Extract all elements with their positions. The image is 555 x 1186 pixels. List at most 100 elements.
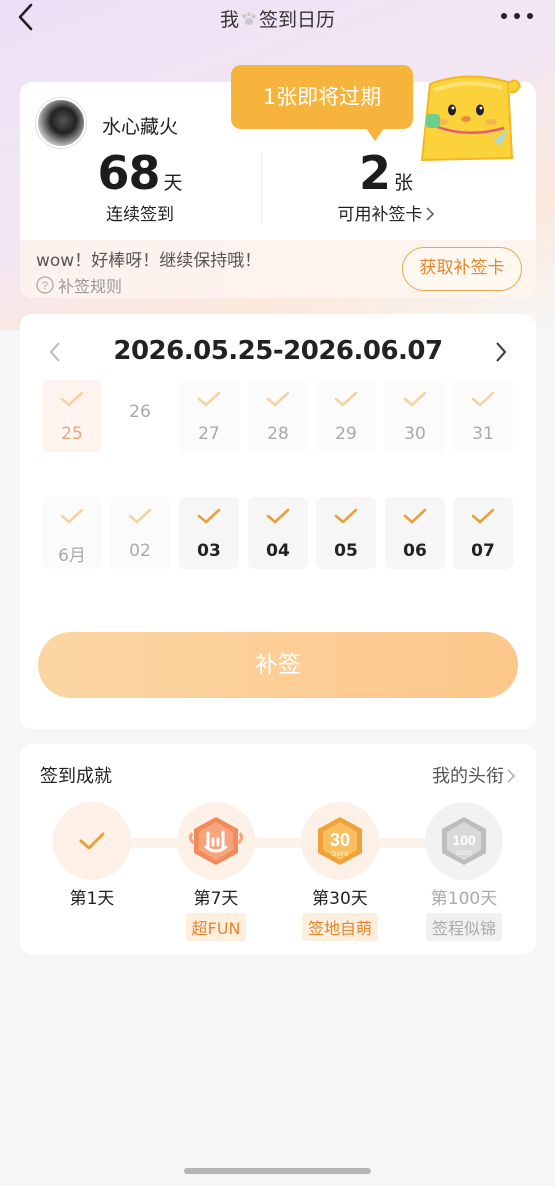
calendar-day-label: 02 <box>129 541 151 561</box>
calendar-day[interactable]: 03 <box>179 497 239 569</box>
achievements-card: 签到成就 我的头衔 第1天 第7天 超FUN 30 DAYS 第30天 签地自萌… <box>20 744 536 954</box>
check-icon <box>79 832 105 850</box>
achievement-1-day: 第1天 <box>69 889 115 909</box>
chevron-right-icon <box>425 207 434 221</box>
achievement-30-circle: 30 DAYS <box>301 802 379 880</box>
encourage-strip: wow！好棒呀！继续保持哦！ ? 补签规则 获取补签卡 <box>20 240 536 298</box>
encourage-text: wow！好棒呀！继续保持哦！ <box>36 251 262 271</box>
chevron-right-icon <box>507 769 516 783</box>
my-titles-label: 我的头衔 <box>432 766 504 787</box>
check-icon <box>471 391 495 407</box>
achievement-100-day: 第100天 <box>430 889 498 909</box>
calendar-day-label: 25 <box>61 424 83 444</box>
achievement-day-30[interactable]: 30 DAYS 第30天 签地自萌 <box>285 802 395 941</box>
calendar-day[interactable]: 25 <box>42 380 102 452</box>
check-icon <box>471 508 495 524</box>
calendar-day-label: 27 <box>198 424 220 444</box>
mascot-character-icon <box>420 75 522 162</box>
streak-stat: 68 天 连续签到 <box>20 146 260 225</box>
check-icon <box>197 391 221 407</box>
svg-text:?: ? <box>42 280 48 292</box>
calendar-day[interactable]: 31 <box>453 380 513 452</box>
page-title: 我 签到日历 <box>0 5 555 32</box>
calendar-day[interactable]: 30 <box>385 380 445 452</box>
username: 水心藏火 <box>102 116 179 138</box>
check-icon <box>334 508 358 524</box>
calendar-next-icon[interactable] <box>492 340 510 364</box>
svg-text:30: 30 <box>330 830 350 850</box>
achievement-100-title-badge: 签程似锦 <box>425 913 502 941</box>
calendar-day[interactable]: 6月 <box>42 497 102 569</box>
avatar[interactable] <box>36 98 86 148</box>
achievement-day-100[interactable]: 100 DAYS 第100天 签程似锦 <box>409 802 519 941</box>
rules-label: 补签规则 <box>58 277 123 296</box>
stat-divider <box>261 152 262 224</box>
calendar-day[interactable]: 26 <box>110 380 170 452</box>
streak-days-value: 68 <box>97 146 160 200</box>
calendar-date-range: 2026.05.25-2026.06.07 <box>113 336 443 366</box>
calendar-day-label: 04 <box>266 541 290 561</box>
makeup-cards-count: 2 <box>358 146 391 200</box>
check-icon <box>266 508 290 524</box>
get-makeup-card-button[interactable]: 获取补签卡 <box>402 247 522 291</box>
calendar-day[interactable]: 04 <box>248 497 308 569</box>
30-days-badge-icon: 30 DAYS <box>318 817 362 865</box>
calendar-day[interactable]: 05 <box>316 497 376 569</box>
calendar-day[interactable]: 28 <box>248 380 308 452</box>
calendar-day[interactable]: 27 <box>179 380 239 452</box>
check-icon <box>128 508 152 524</box>
home-indicator <box>184 1168 371 1174</box>
calendar-day-label: 6月 <box>58 546 86 566</box>
makeup-checkin-button[interactable]: 补签 <box>38 632 518 698</box>
expiry-tooltip: 1张即将过期 <box>231 65 413 129</box>
streak-label: 连续签到 <box>106 205 174 225</box>
question-circle-icon: ? <box>36 276 54 294</box>
checkin-calendar-card: 2026.05.25-2026.06.07 25 26 27 28 29 30 31 6月 02… <box>20 314 536 729</box>
svg-text:DAYS: DAYS <box>332 852 348 858</box>
rules-link[interactable]: ? 补签规则 <box>36 273 122 297</box>
check-icon <box>197 508 221 524</box>
calendar-day-label: 07 <box>471 541 495 561</box>
calendar-day-label: 06 <box>403 541 427 561</box>
check-icon <box>334 391 358 407</box>
calendar-day[interactable]: 02 <box>110 497 170 569</box>
100-days-badge-icon: 100 DAYS <box>442 817 486 865</box>
calendar-day-label: 05 <box>334 541 358 561</box>
makeup-cards-unit: 张 <box>394 172 414 194</box>
achievements-title: 签到成就 <box>40 766 112 787</box>
calendar-day-label: 29 <box>335 424 357 444</box>
page-title-suffix: 签到日历 <box>259 9 336 31</box>
achievement-100-circle: 100 DAYS <box>425 802 503 880</box>
achievement-day-1[interactable]: 第1天 <box>37 802 147 909</box>
streak-days-unit: 天 <box>163 172 183 194</box>
check-icon <box>403 391 427 407</box>
check-icon <box>60 391 84 407</box>
calendar-day-label: 26 <box>129 402 151 422</box>
svg-text:DAYS: DAYS <box>456 851 472 857</box>
calendar-day-label: 31 <box>472 424 494 444</box>
calendar-day[interactable]: 29 <box>316 380 376 452</box>
achievement-7-title-badge: 超FUN <box>185 913 247 941</box>
more-dots-icon[interactable] <box>499 6 535 26</box>
rock-hand-badge-icon <box>188 817 244 865</box>
calendar-day-label: 30 <box>404 424 426 444</box>
svg-text:100: 100 <box>452 832 476 848</box>
calendar-day[interactable]: 07 <box>453 497 513 569</box>
calendar-day[interactable]: 06 <box>385 497 445 569</box>
check-icon <box>60 508 84 524</box>
tooltip-arrow <box>365 127 385 141</box>
achievement-30-title-badge: 签地自萌 <box>301 913 378 941</box>
makeup-cards-label: 可用补签卡 <box>337 205 423 225</box>
achievement-7-circle <box>177 802 255 880</box>
achievement-30-day: 第30天 <box>312 889 368 909</box>
my-titles-link[interactable]: 我的头衔 <box>432 762 516 788</box>
navigation-bar: 我 签到日历 <box>0 0 555 36</box>
achievement-1-circle <box>53 802 131 880</box>
achievement-day-7[interactable]: 第7天 超FUN <box>161 802 271 941</box>
achievement-7-day: 第7天 <box>193 889 239 909</box>
check-icon <box>266 391 290 407</box>
check-icon <box>403 508 427 524</box>
page-title-prefix: 我 <box>219 9 239 31</box>
calendar-day-label: 28 <box>267 424 289 444</box>
calendar-day-label: 03 <box>197 541 221 561</box>
